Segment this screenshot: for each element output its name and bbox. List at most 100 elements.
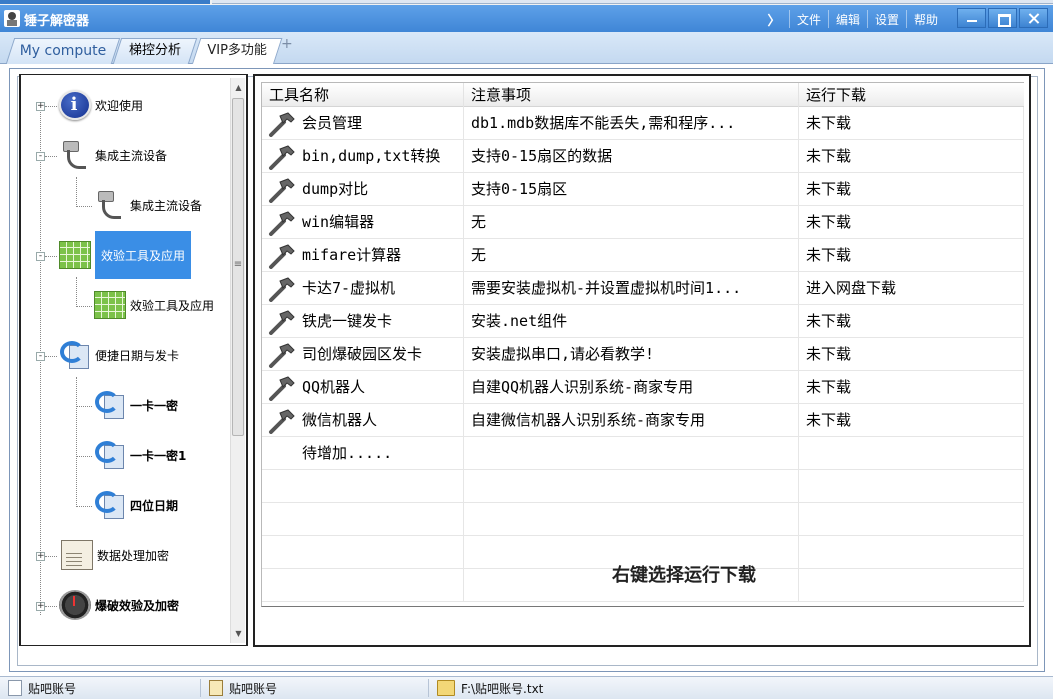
table-row[interactable]: QQ机器人 自建QQ机器人识别系统-商家专用 未下载 [262, 371, 1024, 404]
tab-my-compute[interactable]: My compute [5, 38, 121, 64]
tab-vip-functions[interactable]: VIP多功能 [191, 38, 283, 65]
title-bar: 锤子解密器 〉 文件 编辑 设置 帮助 [0, 5, 1053, 32]
tree-item-check-tools[interactable]: 效验工具及应用 [59, 231, 192, 279]
cell-empty [799, 569, 1024, 602]
tree-item-one-card-one-key[interactable]: 一卡一密 [94, 385, 178, 425]
usb-device-icon [59, 139, 91, 171]
tree-scrollbar[interactable]: ▲ ▼ [230, 78, 245, 643]
menu-file[interactable]: 文件 [795, 11, 823, 28]
expander[interactable]: - [36, 152, 45, 161]
cell-download-status: 未下载 [799, 173, 1024, 206]
table-row[interactable]: 铁虎一键发卡 安装.net组件 未下载 [262, 305, 1024, 338]
cell-download-status: 未下载 [799, 338, 1024, 371]
hammer-icon [268, 111, 296, 137]
table-row[interactable] [262, 503, 1024, 536]
tree-item-label: 四位日期 [130, 498, 179, 513]
maximize-button[interactable] [988, 8, 1017, 28]
menu-bar: 〉 文件 编辑 设置 帮助 [764, 9, 940, 29]
hammer-icon [268, 276, 296, 302]
tree-item-data-encryption[interactable]: 数据处理加密 [61, 535, 169, 575]
status-bar: 贴吧账号 贴吧账号 F:\贴吧账号.txt [0, 676, 1053, 699]
cell-notes: 需要安装虚拟机-并设置虚拟机时间1... [464, 272, 799, 305]
cell-empty [262, 536, 464, 569]
tool-list: 工具名称 注意事项 运行下载 会员管理 db1.mdb数据库不能丢失,需和程序..… [261, 82, 1024, 607]
table-row[interactable]: win编辑器 无未下载 [262, 206, 1024, 239]
notepad-icon [209, 680, 223, 696]
cell-download-status: 未下载 [799, 239, 1024, 272]
tree-item-welcome[interactable]: 欢迎使用 [59, 85, 143, 125]
cell-tool-name: win编辑器 [262, 206, 464, 239]
tree-item-label: 数据处理加密 [97, 548, 170, 563]
expander[interactable]: - [36, 252, 45, 261]
tool-name: dump对比 [302, 180, 369, 198]
tool-name: 铁虎一键发卡 [302, 312, 393, 330]
expander[interactable]: - [36, 352, 45, 361]
table-row[interactable] [262, 470, 1024, 503]
cell-empty [464, 470, 799, 503]
expander[interactable]: + [36, 102, 45, 111]
expander[interactable]: + [36, 552, 45, 561]
tree-item-label: 效验工具及应用 [130, 298, 215, 313]
cell-tool-name: 卡达7-虚拟机 [262, 272, 464, 305]
menu-separator [867, 10, 869, 28]
window-title: 锤子解密器 [24, 14, 90, 29]
cell-download-status: 未下载 [799, 371, 1024, 404]
scroll-down-icon[interactable]: ▼ [231, 626, 246, 641]
scroll-up-icon[interactable]: ▲ [231, 80, 246, 95]
cell-download-status [799, 437, 1024, 470]
menu-separator [906, 10, 908, 28]
tree-item-dates[interactable]: 便捷日期与发卡 [59, 335, 179, 375]
cell-tool-name: dump对比 [262, 173, 464, 206]
spreadsheet-icon [94, 291, 126, 319]
close-button[interactable] [1019, 8, 1048, 28]
tree-item-devices[interactable]: 集成主流设备 [59, 135, 167, 175]
cell-empty [262, 503, 464, 536]
hammer-icon [268, 375, 296, 401]
tree-item-label: 集成主流设备 [95, 148, 168, 163]
tree-item-devices-child[interactable]: 集成主流设备 [94, 185, 202, 225]
table-row[interactable]: 会员管理 db1.mdb数据库不能丢失,需和程序... 未下载 [262, 107, 1024, 140]
hammer-icon [268, 210, 296, 236]
cell-notes: db1.mdb数据库不能丢失,需和程序... [464, 107, 799, 140]
table-row[interactable]: mifare计算器 无未下载 [262, 239, 1024, 272]
tree-item-label: 一卡一密 [130, 398, 179, 413]
column-header-tool-name[interactable]: 工具名称 [262, 83, 464, 107]
cell-tool-name: 会员管理 [262, 107, 464, 140]
tree-item-four-digit-date[interactable]: 四位日期 [94, 485, 178, 525]
tool-name: 会员管理 [302, 114, 363, 132]
table-row[interactable]: 卡达7-虚拟机 需要安装虚拟机-并设置虚拟机时间1... 进入网盘下载 [262, 272, 1024, 305]
status-item: F:\贴吧账号.txt [437, 677, 543, 699]
cell-empty [799, 536, 1024, 569]
date-sync-icon [94, 439, 126, 471]
cell-notes: 安装.net组件 [464, 305, 799, 338]
menu-help[interactable]: 帮助 [912, 11, 940, 28]
status-text: 贴吧账号 [229, 681, 278, 696]
menu-separator [828, 10, 830, 28]
scroll-thumb[interactable] [232, 98, 244, 436]
table-row[interactable]: 微信机器人 自建微信机器人识别系统-商家专用 未下载 [262, 404, 1024, 437]
table-row[interactable]: 司创爆破园区发卡 安装虚拟串口,请必看教学! 未下载 [262, 338, 1024, 371]
tab-elevator-analysis[interactable]: 梯控分析 [112, 38, 198, 64]
menu-settings[interactable]: 设置 [873, 11, 901, 28]
cell-notes: 支持0-15扇区的数据 [464, 140, 799, 173]
menu-edit[interactable]: 编辑 [834, 11, 862, 28]
minimize-button[interactable] [957, 8, 986, 28]
info-icon [59, 90, 91, 120]
status-item: 贴吧账号 [8, 677, 76, 699]
cell-download-status: 未下载 [799, 305, 1024, 338]
table-row[interactable]: bin,dump,txt转换 支持0-15扇区的数据 未下载 [262, 140, 1024, 173]
clock-icon [59, 590, 91, 620]
tree-item-label: 爆破效验及加密 [95, 598, 180, 613]
column-header-notes[interactable]: 注意事项 [464, 83, 799, 107]
cell-tool-name: 待增加..... [262, 437, 464, 470]
expander[interactable]: + [36, 602, 45, 611]
add-tab-icon[interactable]: + [281, 36, 293, 52]
hammer-icon [268, 243, 296, 269]
tree-item-check-tools-child[interactable]: 效验工具及应用 [94, 285, 214, 325]
table-row[interactable]: 待增加..... [262, 437, 1024, 470]
table-row[interactable]: dump对比 支持0-15扇区 未下载 [262, 173, 1024, 206]
tree-item-brute-force[interactable]: 爆破效验及加密 [59, 585, 179, 625]
tree-item-one-card-one-key-1[interactable]: 一卡一密1 [94, 435, 186, 475]
column-header-download[interactable]: 运行下载 [799, 83, 1024, 107]
menu-chevron-icon[interactable]: 〉 [764, 10, 784, 29]
